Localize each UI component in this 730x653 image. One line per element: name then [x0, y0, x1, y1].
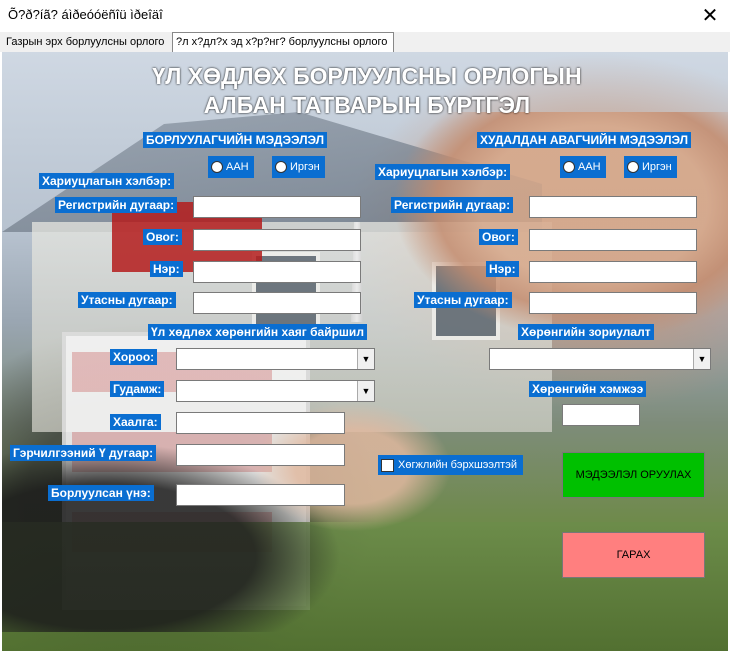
buyer-type-label: Хариуцлагын хэлбэр: — [375, 164, 511, 180]
address-section-title: Үл хөдлөх хөрөнгийн хаяг байршил — [148, 324, 367, 340]
exit-button[interactable]: ГАРАХ — [562, 532, 705, 578]
street-label: Гудамж: — [110, 381, 165, 397]
title-bar: Õ?ð?íã? áìðeóóëñîü ìðeîäî ✕ — [0, 0, 730, 32]
radio-icon — [211, 161, 223, 173]
size-section-title: Хөрөнгийн хэмжээ — [529, 381, 647, 397]
radio-icon — [275, 161, 287, 173]
door-input[interactable] — [176, 412, 345, 434]
buyer-name-label: Нэр: — [486, 261, 519, 277]
buyer-reg-input[interactable] — [529, 196, 697, 218]
purpose-select[interactable]: ▼ — [489, 348, 711, 370]
radio-icon — [627, 161, 639, 173]
cert-number-input[interactable] — [176, 444, 345, 466]
street-select[interactable]: ▼ — [176, 380, 375, 402]
radio-icon — [563, 161, 575, 173]
buyer-phone-input[interactable] — [529, 292, 697, 314]
buyer-radio-citizen[interactable]: Иргэн — [624, 156, 677, 178]
buyer-radio-company[interactable]: ААН — [560, 156, 606, 178]
tab-land-rights[interactable]: Газрын эрх борлуулсны орлого — [3, 34, 171, 51]
chevron-down-icon: ▼ — [357, 381, 374, 401]
seller-phone-label: Утасны дугаар: — [78, 292, 176, 308]
seller-radio-company[interactable]: ААН — [208, 156, 254, 178]
cert-number-label: Гэрчилгээний Ү дугаар: — [10, 445, 157, 461]
form-canvas: ҮЛ ХӨДЛӨХ БОРЛУУЛСНЫ ОРЛОГЫН АЛБАН ТАТВА… — [2, 52, 728, 651]
seller-type-label: Хариуцлагын хэлбэр: — [39, 173, 175, 189]
buyer-section-title: ХУДАЛДАН АВАГЧИЙН МЭДЭЭЛЭЛ — [477, 132, 692, 148]
checkbox-icon — [381, 458, 394, 472]
purpose-section-title: Хөрөнгийн зориулалт — [518, 324, 654, 340]
window-title: Õ?ð?íã? áìðeóóëñîü ìðeîäî — [8, 7, 163, 22]
chevron-down-icon: ▼ — [693, 349, 710, 369]
chevron-down-icon: ▼ — [357, 349, 374, 369]
close-icon[interactable]: ✕ — [698, 3, 722, 28]
page-title-line2: АЛБАН ТАТВАРЫН БҮРТГЭЛ — [203, 92, 531, 118]
tab-strip: Газрын эрх борлуулсны орлого ?л х?дл?х э… — [0, 32, 730, 52]
tab-real-estate[interactable]: ?л х?дл?х эд х?р?нг? борлуулсны орлого — [172, 32, 394, 52]
door-label: Хаалга: — [110, 414, 161, 430]
size-input[interactable] — [562, 404, 640, 426]
disability-checkbox[interactable]: Хөгжлийн бэрхшээлтэй — [378, 455, 523, 475]
page-title-line1: ҮЛ ХӨДЛӨХ БОРЛУУЛСНЫ ОРЛОГЫН — [152, 63, 582, 89]
buyer-phone-label: Утасны дугаар: — [414, 292, 512, 308]
seller-section-title: БОРЛУУЛАГЧИЙН МЭДЭЭЛЭЛ — [143, 132, 327, 148]
submit-button[interactable]: МЭДЭЭЛЭЛ ОРУУЛАХ — [562, 452, 705, 498]
buyer-name-input[interactable] — [529, 261, 697, 283]
sale-price-label: Борлуулсан үнэ: — [48, 485, 154, 501]
seller-name-label: Нэр: — [150, 261, 183, 277]
seller-radio-citizen[interactable]: Иргэн — [272, 156, 325, 178]
buyer-reg-label: Регистрийн дугаар: — [391, 197, 514, 213]
seller-lastname-label: Овог: — [143, 229, 182, 245]
buyer-lastname-input[interactable] — [529, 229, 697, 251]
khoroo-label: Хороо: — [110, 349, 158, 365]
sale-price-input[interactable] — [176, 484, 345, 506]
seller-reg-input[interactable] — [193, 196, 361, 218]
khoroo-select[interactable]: ▼ — [176, 348, 375, 370]
seller-lastname-input[interactable] — [193, 229, 361, 251]
buyer-lastname-label: Овог: — [479, 229, 518, 245]
seller-phone-input[interactable] — [193, 292, 361, 314]
seller-reg-label: Регистрийн дугаар: — [55, 197, 178, 213]
seller-name-input[interactable] — [193, 261, 361, 283]
